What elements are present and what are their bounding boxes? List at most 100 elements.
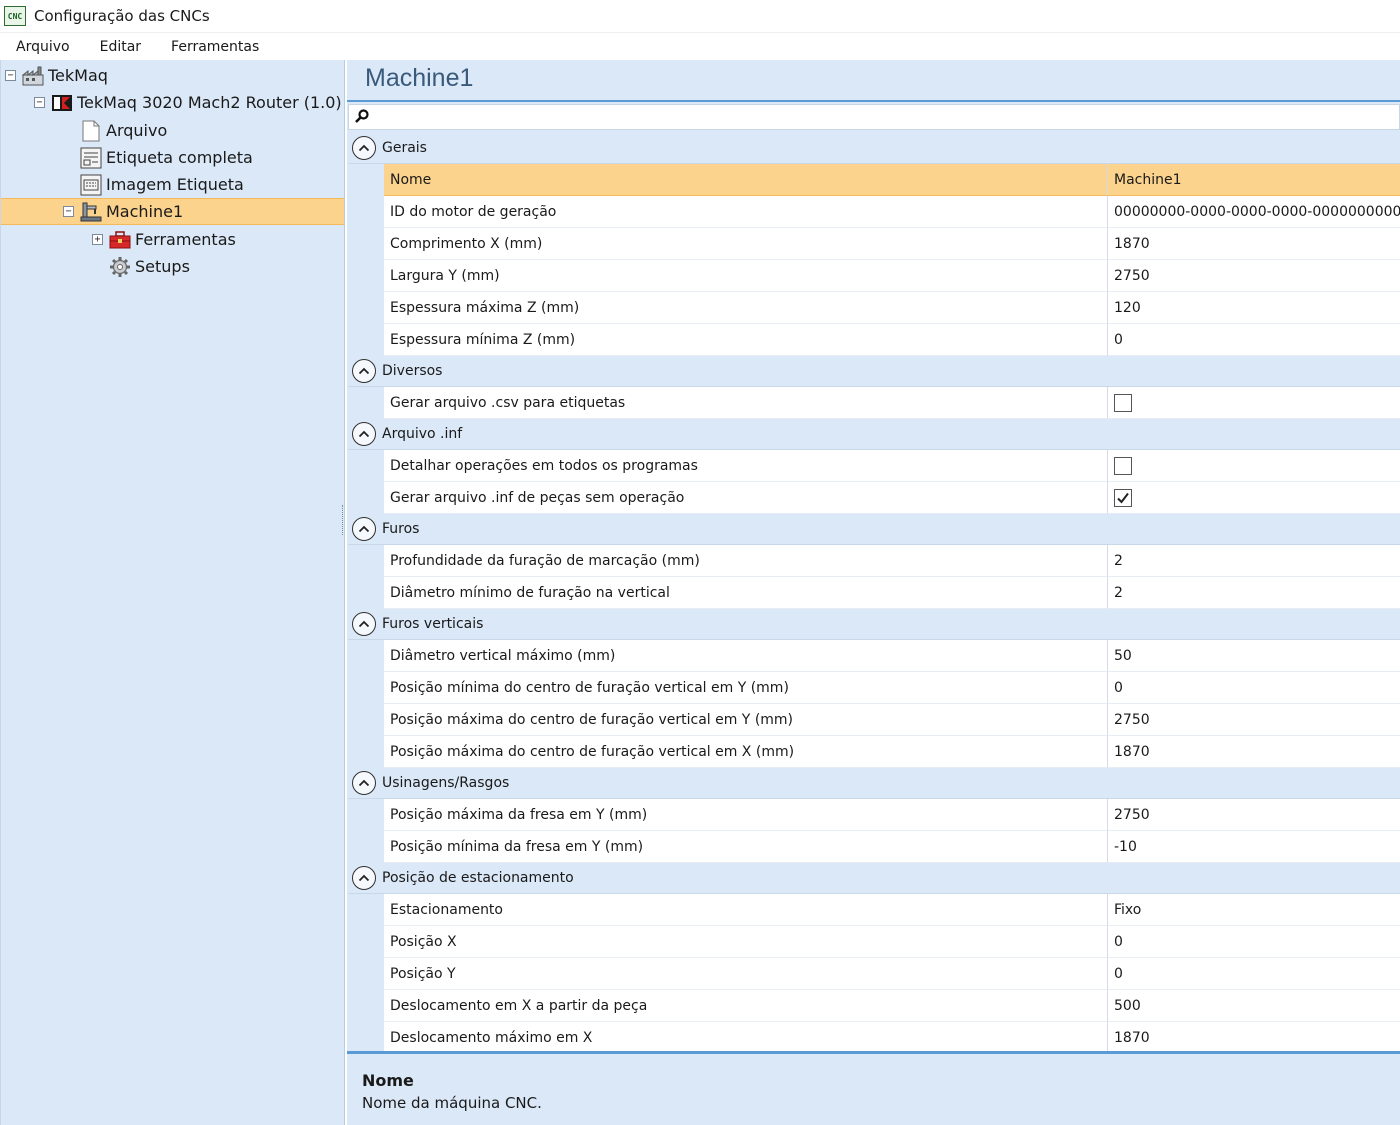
category-label: Arquivo .inf <box>382 426 463 442</box>
tree-item-imagem-etiqueta[interactable]: Imagem Etiqueta <box>63 171 244 198</box>
property-row[interactable]: Espessura máxima Z (mm) 120 <box>348 292 1400 324</box>
row-gutter <box>348 958 384 990</box>
property-row[interactable]: Posição mínima do centro de furação vert… <box>348 672 1400 704</box>
property-row[interactable]: Gerar arquivo .csv para etiquetas <box>348 387 1400 419</box>
property-name: Espessura máxima Z (mm) <box>384 292 1108 324</box>
menu-ferramentas[interactable]: Ferramentas <box>156 39 274 55</box>
title-underline <box>347 100 1400 102</box>
property-row[interactable]: Largura Y (mm) 2750 <box>348 260 1400 292</box>
property-value[interactable]: 2 <box>1108 545 1400 577</box>
label-image-icon <box>80 174 102 196</box>
tree-item-machine1[interactable]: − Machine1 <box>1 198 344 225</box>
property-value[interactable]: 1870 <box>1108 736 1400 768</box>
property-row[interactable]: Posição mínima da fresa em Y (mm) -10 <box>348 831 1400 863</box>
panel-splitter[interactable] <box>342 505 346 535</box>
row-gutter <box>348 926 384 958</box>
machine-tree-panel: − TekMaq − TekMaq 3020 Mach2 Router (1.0… <box>0 60 345 1125</box>
category-header: Diversos <box>348 356 1400 387</box>
property-value[interactable]: Fixo <box>1108 894 1400 926</box>
property-row[interactable]: Deslocamento em X a partir da peça 500 <box>348 990 1400 1022</box>
property-row[interactable]: Detalhar operações em todos os programas <box>348 450 1400 482</box>
row-gutter <box>348 736 384 768</box>
collapse-category-icon[interactable] <box>352 771 376 795</box>
property-value[interactable]: 0 <box>1108 672 1400 704</box>
property-value[interactable]: 2 <box>1108 577 1400 609</box>
property-row[interactable]: Posição Y0 <box>348 958 1400 990</box>
checkbox-unchecked[interactable] <box>1114 456 1132 475</box>
property-name: Gerar arquivo .csv para etiquetas <box>384 387 1108 419</box>
property-row[interactable]: Diâmetro vertical máximo (mm) 50 <box>348 640 1400 672</box>
property-row[interactable]: Estacionamento Fixo <box>348 894 1400 926</box>
category-label: Gerais <box>382 140 427 156</box>
property-name: Estacionamento <box>384 894 1108 926</box>
collapse-category-icon[interactable] <box>352 136 376 160</box>
property-value[interactable]: 0 <box>1108 958 1400 990</box>
category-header: Usinagens/Rasgos <box>348 768 1400 799</box>
property-name: Deslocamento máximo em X <box>384 1022 1108 1054</box>
collapse-toggle-icon[interactable]: − <box>63 206 74 217</box>
tree-item-tekmaq[interactable]: − TekMaq <box>5 62 108 89</box>
category-header: Posição de estacionamento <box>348 863 1400 894</box>
property-name: Posição Y <box>384 958 1108 990</box>
property-name: Posição mínima da fresa em Y (mm) <box>384 831 1108 863</box>
property-value[interactable]: 120 <box>1108 292 1400 324</box>
property-value[interactable]: -10 <box>1108 831 1400 863</box>
property-name: Posição máxima do centro de furação vert… <box>384 736 1108 768</box>
property-value[interactable]: 2750 <box>1108 260 1400 292</box>
property-value[interactable]: 0 <box>1108 926 1400 958</box>
property-value[interactable]: 500 <box>1108 990 1400 1022</box>
property-name: Nome <box>384 164 1108 196</box>
tree-item-ferramentas[interactable]: + Ferramentas <box>92 226 236 253</box>
description-pane: Nome Nome da máquina CNC. <box>347 1054 1400 1125</box>
property-row[interactable]: Profundidade da furação de marcação (mm)… <box>348 545 1400 577</box>
property-value[interactable]: 0 <box>1108 324 1400 356</box>
property-search-input[interactable] <box>375 106 1399 128</box>
property-name: Posição máxima da fresa em Y (mm) <box>384 799 1108 831</box>
property-row[interactable]: ID do motor de geração 00000000-0000-0000… <box>348 196 1400 228</box>
collapse-category-icon[interactable] <box>352 517 376 541</box>
category-label: Diversos <box>382 363 443 379</box>
collapse-toggle-icon[interactable]: − <box>34 97 45 108</box>
checkbox-checked[interactable] <box>1114 488 1132 507</box>
property-name: Detalhar operações em todos os programas <box>384 450 1108 482</box>
property-value-cell <box>1108 450 1400 482</box>
tree-item-etiqueta-completa[interactable]: Etiqueta completa <box>63 144 253 171</box>
collapse-category-icon[interactable] <box>352 422 376 446</box>
tree-item-setups[interactable]: Setups <box>92 253 190 280</box>
property-row[interactable]: Posição máxima da fresa em Y (mm) 2750 <box>348 799 1400 831</box>
expand-toggle-icon[interactable]: + <box>92 234 103 245</box>
property-row[interactable]: Posição máxima do centro de furação vert… <box>348 704 1400 736</box>
property-row[interactable]: Posição máxima do centro de furação vert… <box>348 736 1400 768</box>
cnc-machine-icon <box>80 201 102 223</box>
checkbox-unchecked[interactable] <box>1114 393 1132 412</box>
property-value[interactable]: 1870 <box>1108 1022 1400 1054</box>
property-row[interactable]: Espessura mínima Z (mm) 0 <box>348 324 1400 356</box>
menu-editar[interactable]: Editar <box>85 39 156 55</box>
tree-item-arquivo[interactable]: Arquivo <box>63 117 167 144</box>
property-value[interactable]: 2750 <box>1108 799 1400 831</box>
menu-arquivo[interactable]: Arquivo <box>0 39 85 55</box>
collapse-category-icon[interactable] <box>352 612 376 636</box>
window-title: Configuração das CNCs <box>34 7 210 25</box>
collapse-toggle-icon[interactable]: − <box>5 70 16 81</box>
description-title: Nome <box>362 1071 414 1090</box>
tree-item-label: Machine1 <box>106 202 184 221</box>
collapse-category-icon[interactable] <box>352 866 376 890</box>
property-name: Profundidade da furação de marcação (mm) <box>384 545 1108 577</box>
collapse-category-icon[interactable] <box>352 359 376 383</box>
property-value[interactable]: 00000000-0000-0000-0000-000000000000 <box>1108 196 1400 228</box>
row-gutter <box>348 228 384 260</box>
property-value[interactable]: 1870 <box>1108 228 1400 260</box>
row-gutter <box>348 704 384 736</box>
property-row[interactable]: Nome Machine1 <box>348 164 1400 196</box>
property-search-bar <box>348 104 1400 130</box>
property-value[interactable]: 2750 <box>1108 704 1400 736</box>
property-value[interactable]: Machine1 <box>1108 164 1400 196</box>
property-value[interactable]: 50 <box>1108 640 1400 672</box>
property-row[interactable]: Comprimento X (mm) 1870 <box>348 228 1400 260</box>
property-row[interactable]: Diâmetro mínimo de furação na vertical 2 <box>348 577 1400 609</box>
tree-item-tekmaq-3020[interactable]: − TekMaq 3020 Mach2 Router (1.0) <box>34 89 342 116</box>
property-row[interactable]: Deslocamento máximo em X 1870 <box>348 1022 1400 1054</box>
property-row[interactable]: Gerar arquivo .inf de peças sem operação <box>348 482 1400 514</box>
property-row[interactable]: Posição X0 <box>348 926 1400 958</box>
